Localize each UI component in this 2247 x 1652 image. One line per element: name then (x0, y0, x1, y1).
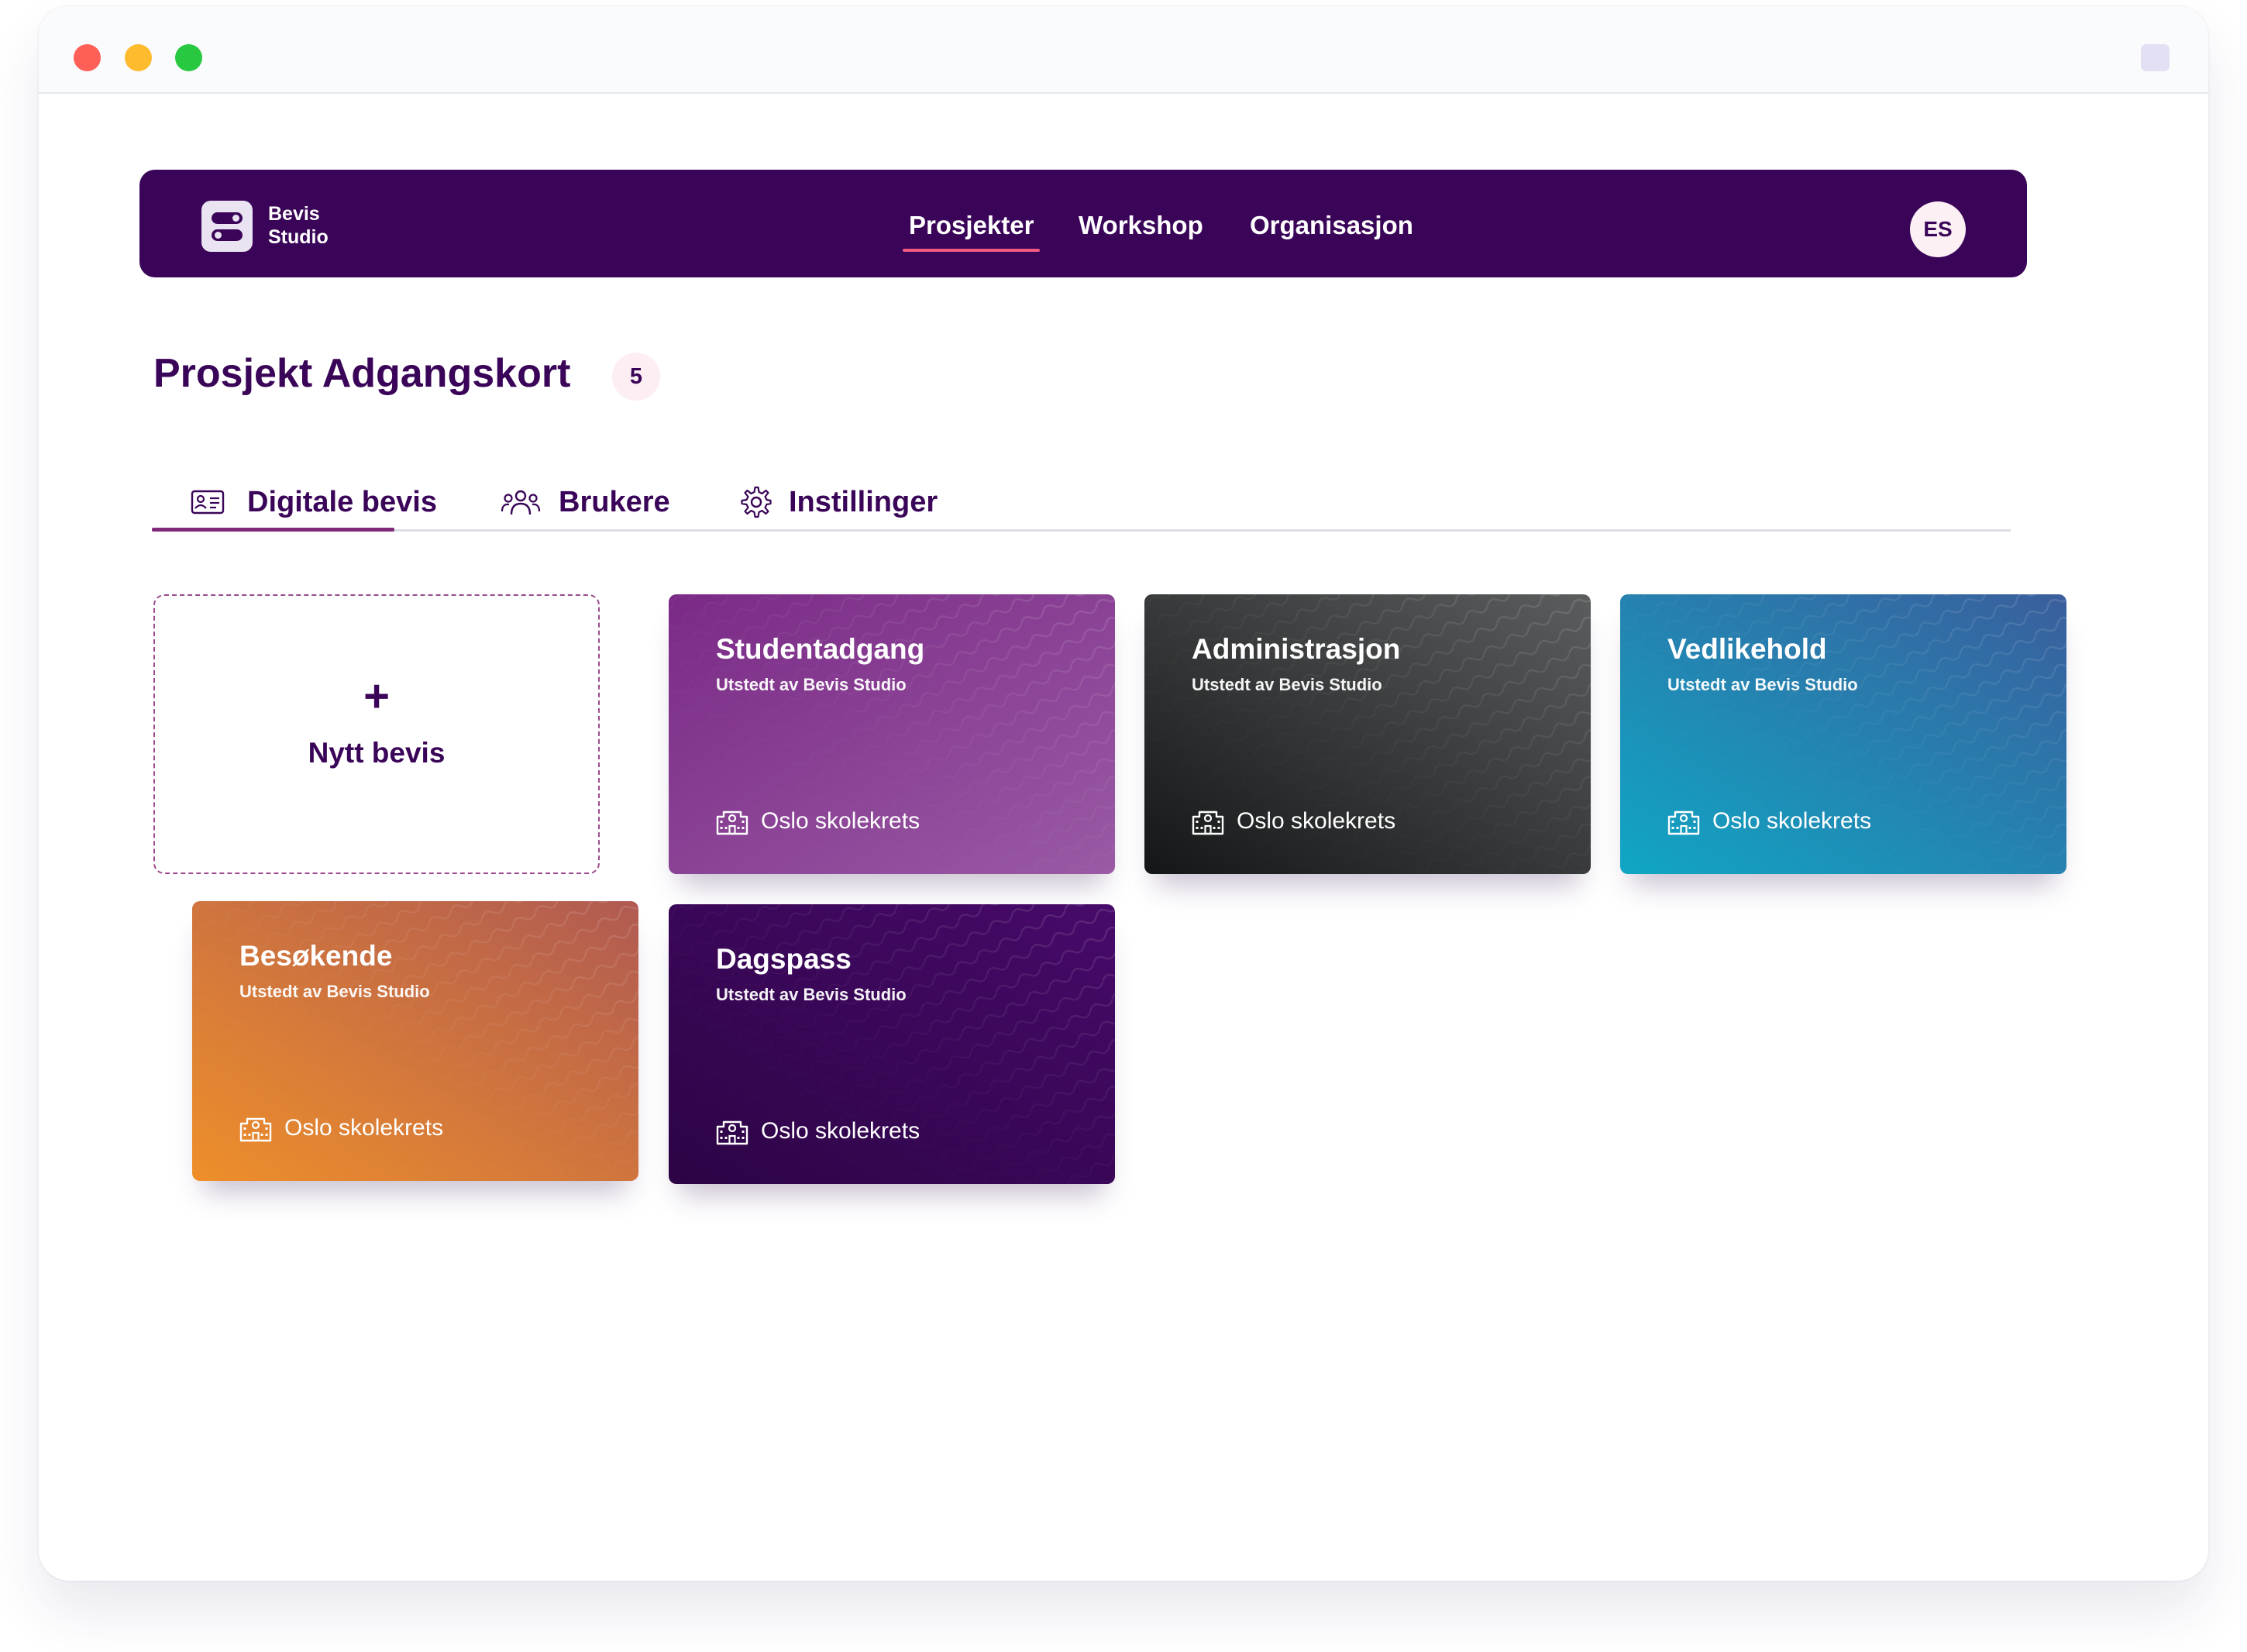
new-credential-card[interactable]: + Nytt bevis (153, 594, 600, 874)
credential-card-dagspass[interactable]: Dagspass Utstedt av Bevis Studio Oslo sk… (669, 904, 1115, 1184)
tab-label: Brukere (559, 486, 670, 518)
card-title: Studentadgang (716, 633, 925, 665)
brand-line-1: Bevis (268, 203, 320, 225)
card-title: Vedlikehold (1667, 633, 1827, 665)
credential-card-besokende[interactable]: Besøkende Utstedt av Bevis Studio Oslo s… (192, 901, 638, 1181)
logo-icon[interactable] (201, 201, 253, 252)
id-card-icon (191, 490, 225, 515)
building-icon (1667, 807, 1701, 835)
card-issuer: Utstedt av Bevis Studio (716, 675, 907, 694)
gear-icon (741, 486, 772, 518)
close-window-button[interactable] (74, 44, 101, 71)
card-issuer: Utstedt av Bevis Studio (716, 985, 907, 1004)
card-location: Oslo skolekrets (761, 808, 920, 834)
card-title: Administrasjon (1192, 633, 1401, 665)
window-menu-button[interactable] (2141, 44, 2170, 71)
credential-card-administrasjon[interactable]: Administrasjon Utstedt av Bevis Studio O… (1144, 594, 1591, 874)
page-title: Prosjekt Adgangskort (153, 351, 571, 396)
maximize-window-button[interactable] (175, 44, 202, 71)
window-titlebar (39, 6, 2208, 94)
nav-link-organisasjon[interactable]: Organisasjon (1250, 210, 1413, 241)
building-icon (239, 1114, 273, 1142)
minimize-window-button[interactable] (125, 44, 152, 71)
card-location: Oslo skolekrets (1712, 808, 1872, 834)
card-title: Besøkende (239, 940, 393, 972)
card-location: Oslo skolekrets (1237, 808, 1396, 834)
card-location: Oslo skolekrets (761, 1118, 920, 1144)
top-navbar: Bevis Studio Prosjekter Workshop Organis… (139, 170, 2027, 277)
active-tab-indicator (152, 528, 394, 532)
user-avatar[interactable]: ES (1910, 201, 1966, 257)
card-issuer: Utstedt av Bevis Studio (1192, 675, 1382, 694)
credential-card-vedlikehold[interactable]: Vedlikehold Utstedt av Bevis Studio Oslo… (1620, 594, 2066, 874)
brand-line-2: Studio (268, 226, 329, 248)
plus-icon: + (363, 671, 390, 721)
building-icon (715, 1117, 749, 1145)
new-credential-label: Nytt bevis (308, 737, 446, 769)
card-issuer: Utstedt av Bevis Studio (239, 982, 430, 1001)
nav-link-prosjekter[interactable]: Prosjekter (902, 210, 1041, 252)
count-badge: 5 (612, 353, 660, 401)
card-title: Dagspass (716, 943, 852, 975)
brand-name[interactable]: Bevis Studio (268, 202, 329, 249)
tab-label: Instillinger (789, 486, 938, 518)
building-icon (715, 807, 749, 835)
nav-link-workshop[interactable]: Workshop (1079, 210, 1203, 241)
credential-card-studentadgang[interactable]: Studentadgang Utstedt av Bevis Studio Os… (669, 594, 1115, 874)
users-icon (501, 490, 541, 515)
tab-label: Digitale bevis (247, 486, 437, 518)
card-location: Oslo skolekrets (284, 1115, 444, 1141)
tabs-divider (152, 529, 2011, 532)
card-issuer: Utstedt av Bevis Studio (1667, 675, 1858, 694)
building-icon (1191, 807, 1225, 835)
